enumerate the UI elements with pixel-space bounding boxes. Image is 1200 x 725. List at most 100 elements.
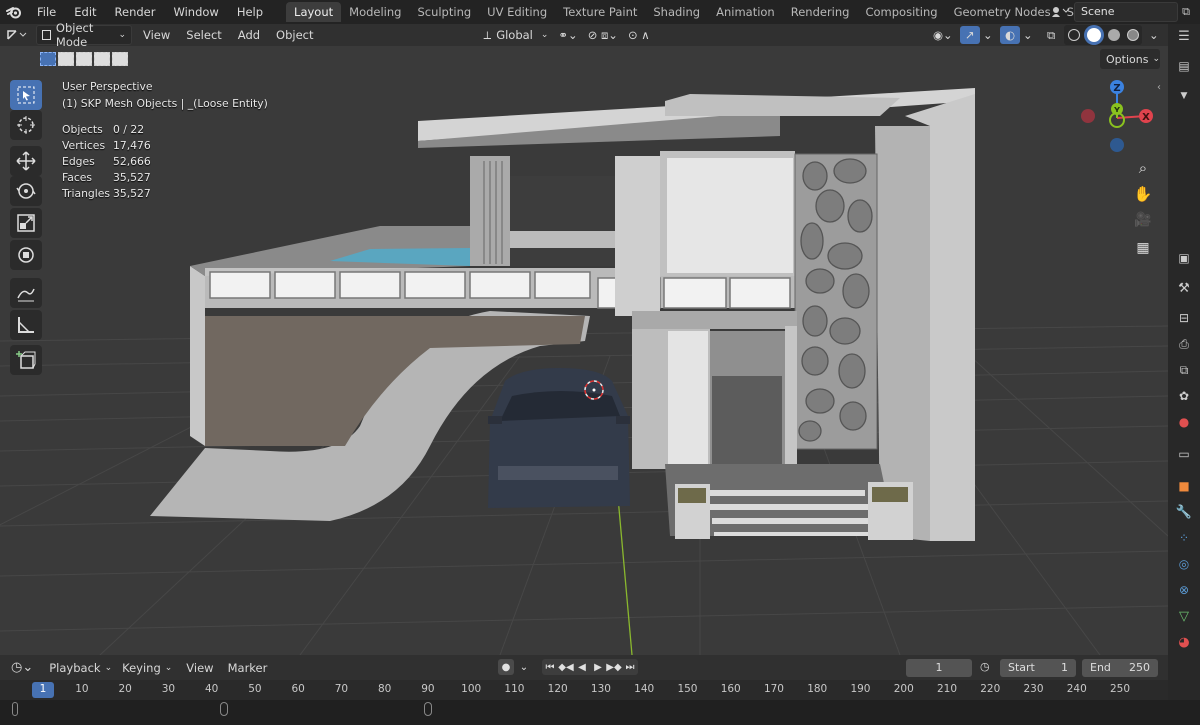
ruler-tick-label: 70	[334, 683, 349, 695]
menu-view[interactable]: View	[138, 25, 175, 45]
sidebar-toggle-icon[interactable]: ‹	[1157, 82, 1161, 93]
tab-animation[interactable]: Animation	[708, 2, 783, 22]
render-properties-icon[interactable]: ⊟	[1176, 310, 1192, 326]
gizmo-toggle[interactable]: ↗	[960, 26, 980, 44]
tab-rendering[interactable]: Rendering	[783, 2, 858, 22]
properties-editor-icon[interactable]: ▣	[1176, 250, 1192, 266]
collection-properties-icon[interactable]: ▭	[1176, 446, 1192, 462]
zoom-button[interactable]: ⌕	[1130, 156, 1156, 180]
scene-properties-icon[interactable]: ✿	[1176, 388, 1192, 404]
tool-properties-icon[interactable]: ⚒	[1176, 280, 1192, 296]
material-properties-icon[interactable]: ◕	[1176, 634, 1192, 650]
add-cube-tool[interactable]	[10, 345, 42, 375]
cursor-tool[interactable]	[10, 110, 42, 140]
mode-dropdown[interactable]: Object Mode ⌄	[36, 21, 132, 49]
prev-keyframe-button[interactable]: ◆◀	[558, 659, 574, 675]
outliner-icon[interactable]: ▤	[1176, 58, 1192, 74]
menu-marker[interactable]: Marker	[223, 658, 273, 678]
tab-modeling[interactable]: Modeling	[341, 2, 409, 22]
shading-dropdown[interactable]: ⌄	[1144, 25, 1164, 45]
wireframe-shading-icon[interactable]	[1067, 29, 1080, 41]
move-tool[interactable]	[10, 146, 42, 176]
pan-button[interactable]: ✋	[1130, 182, 1156, 206]
select-invert-icon[interactable]	[94, 52, 110, 66]
menu-playback[interactable]: Playback ⌄	[44, 658, 117, 678]
menu-timeline-view[interactable]: View	[181, 658, 218, 678]
camera-view-button[interactable]: 🎥	[1130, 208, 1156, 232]
menu-object[interactable]: Object	[271, 25, 318, 45]
blender-logo-icon[interactable]	[0, 0, 28, 24]
world-properties-icon[interactable]: ●	[1176, 414, 1192, 430]
end-frame-field[interactable]: End 250	[1082, 659, 1158, 677]
options-dropdown[interactable]: Options ⌄	[1100, 49, 1160, 69]
modifier-properties-icon[interactable]: 🔧	[1176, 504, 1192, 520]
scene-selector[interactable]: Scene ⧉	[1050, 2, 1190, 22]
select-new-icon[interactable]	[40, 52, 56, 66]
scene-browse-icon[interactable]: ⧉	[1182, 5, 1190, 19]
jump-start-button[interactable]: ⏮	[542, 659, 558, 675]
physics-properties-icon[interactable]: ◎	[1176, 556, 1192, 572]
scale-tool[interactable]	[10, 208, 42, 238]
outliner-menu-icon[interactable]: ☰	[1176, 28, 1192, 44]
tab-layout[interactable]: Layout	[286, 2, 342, 22]
solid-shading-icon[interactable]	[1086, 28, 1101, 42]
menu-window[interactable]: Window	[164, 0, 227, 24]
transform-tool[interactable]	[10, 240, 42, 270]
gizmo-dropdown[interactable]: ⌄	[978, 25, 998, 45]
menu-keying[interactable]: Keying ⌄	[117, 658, 177, 678]
snap-button[interactable]: ⊘ ⧈⌄	[583, 25, 623, 45]
timeline-body[interactable]	[0, 655, 1200, 725]
camera-icon: 🎥	[1134, 212, 1152, 228]
select-box-tool[interactable]	[10, 80, 42, 110]
play-reverse-button[interactable]: ◀	[574, 659, 590, 675]
data-properties-icon[interactable]: ▽	[1176, 608, 1192, 624]
editor-type-button[interactable]	[0, 25, 32, 45]
constraints-properties-icon[interactable]: ⊗	[1176, 582, 1192, 598]
start-frame-field[interactable]: Start 1	[1000, 659, 1076, 677]
object-properties-icon[interactable]: ■	[1176, 478, 1192, 494]
overlay-dropdown[interactable]: ⌄	[1018, 25, 1038, 45]
rendered-shading-icon[interactable]	[1126, 29, 1139, 41]
menu-select[interactable]: Select	[181, 25, 226, 45]
current-frame-field[interactable]: 1	[906, 659, 972, 677]
scroll-down-icon[interactable]: ▼	[1176, 88, 1192, 104]
pivot-point-button[interactable]: ⚭⌄	[553, 25, 582, 45]
end-value: 250	[1129, 661, 1150, 674]
stopwatch-icon[interactable]: ◷	[980, 660, 996, 676]
jump-end-button[interactable]: ⏭	[622, 659, 638, 675]
scene-name-field[interactable]: Scene	[1074, 2, 1179, 22]
select-intersect-icon[interactable]	[112, 52, 128, 66]
next-keyframe-button[interactable]: ▶◆	[606, 659, 622, 675]
tab-compositing[interactable]: Compositing	[857, 2, 945, 22]
play-button[interactable]: ▶	[590, 659, 606, 675]
orientation-dropdown[interactable]: ⟂ Global ⌄	[479, 25, 554, 45]
measure-tool[interactable]	[10, 310, 42, 340]
proportional-edit-button[interactable]: ⊙ ∧	[623, 25, 655, 45]
tab-shading[interactable]: Shading	[645, 2, 708, 22]
visibility-button[interactable]: ◉⌄	[928, 25, 958, 45]
tab-uv-editing[interactable]: UV Editing	[479, 2, 555, 22]
tab-geometry-nodes[interactable]: Geometry Nodes	[946, 2, 1059, 22]
rotate-tool[interactable]	[10, 176, 42, 206]
timeline-editor-type[interactable]: ◷⌄	[6, 658, 38, 678]
navigation-gizmo[interactable]: Z X Y	[1075, 76, 1155, 156]
scroll-handle-icon[interactable]	[12, 702, 18, 716]
record-button[interactable]: ●	[498, 659, 514, 675]
menu-add[interactable]: Add	[233, 25, 265, 45]
menu-help[interactable]: Help	[228, 0, 272, 24]
select-extend-icon[interactable]	[58, 52, 74, 66]
chevron-down-icon: ⌄	[104, 662, 113, 673]
tab-texture-paint[interactable]: Texture Paint	[555, 2, 645, 22]
timeline-ruler[interactable]: 1 10 20 30 40 50 60 70 80 90 100 110 120 130 140 150 160…	[0, 680, 1168, 700]
material-shading-icon[interactable]	[1107, 29, 1120, 41]
output-properties-icon[interactable]: ⎙	[1176, 336, 1192, 352]
annotate-tool[interactable]	[10, 278, 42, 308]
view-layer-icon[interactable]: ⧉	[1176, 362, 1192, 378]
tab-sculpting[interactable]: Sculpting	[409, 2, 479, 22]
particles-properties-icon[interactable]: ⁘	[1176, 530, 1192, 546]
projection-toggle[interactable]: ▦	[1130, 236, 1156, 260]
3d-viewport[interactable]: User Perspective (1) SKP Mesh Objects | …	[0, 72, 1168, 655]
select-subtract-icon[interactable]	[76, 52, 92, 66]
keying-set-dropdown[interactable]: ⌄	[516, 659, 532, 675]
xray-toggle[interactable]: ⧉	[1042, 25, 1060, 45]
